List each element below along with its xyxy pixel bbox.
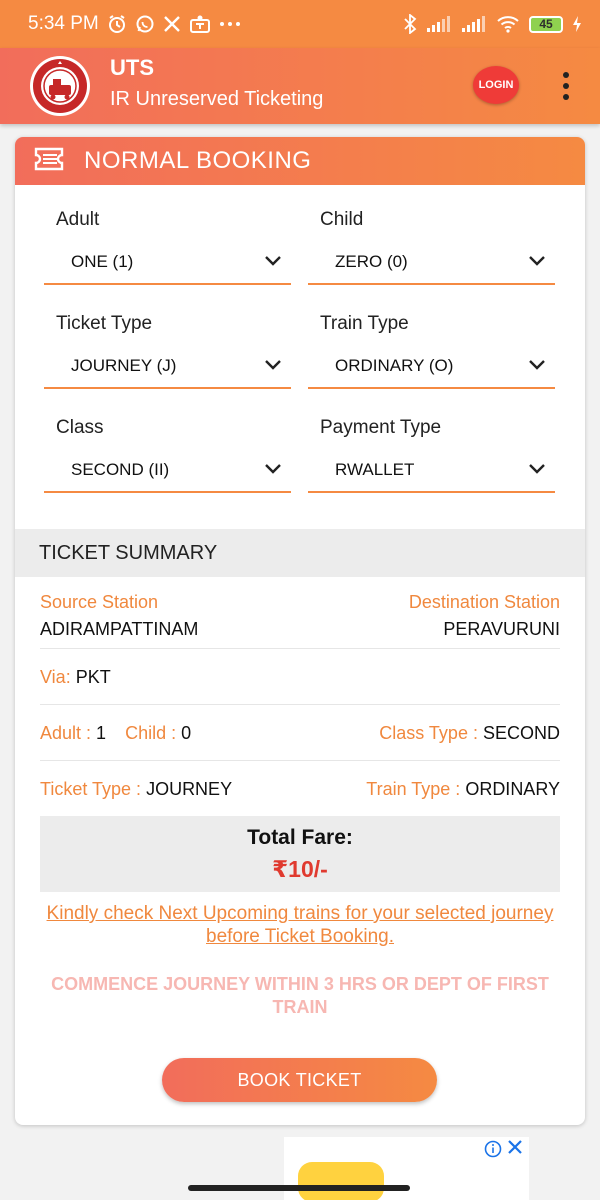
adult-select[interactable]: ONE (1): [44, 241, 291, 285]
book-ticket-button[interactable]: BOOK TICKET: [162, 1058, 437, 1102]
upcoming-trains-link[interactable]: Kindly check Next Upcoming trains for yo…: [40, 902, 560, 948]
train-type-summary-label: Train Type :: [366, 779, 461, 799]
type-row: Ticket Type : JOURNEY Train Type : ORDIN…: [40, 779, 560, 800]
booking-card: NORMAL BOOKING Adult ONE (1) Child ZERO …: [15, 137, 585, 1125]
total-fare-value: ₹10/-: [272, 856, 328, 882]
status-time: 5:34 PM: [28, 13, 99, 34]
app-subtitle: IR Unreserved Ticketing: [110, 88, 324, 110]
divider: [40, 760, 560, 761]
divider: [40, 704, 560, 705]
train-type-select[interactable]: ORDINARY (O): [308, 345, 555, 389]
payment-type-select[interactable]: RWALLET: [308, 449, 555, 493]
battery-icon: 45: [529, 15, 563, 33]
class-type-summary-label: Class Type :: [379, 723, 478, 743]
destination-station-value: PERAVURUNI: [443, 619, 560, 639]
app-title: UTS: [110, 55, 154, 80]
child-select[interactable]: ZERO (0): [308, 241, 555, 285]
child-label: Child: [320, 209, 364, 230]
child-summary-value: 0: [181, 723, 192, 743]
ticket-type-select[interactable]: JOURNEY (J): [44, 345, 291, 389]
passengers-row: Adult : 1 Child : 0 Class Type : SECOND: [40, 723, 560, 744]
login-button[interactable]: LOGIN: [473, 66, 519, 104]
class-label: Class: [56, 417, 104, 438]
more-icon: [219, 21, 241, 27]
via-row: Via: PKT: [40, 667, 560, 688]
ticket-type-value: JOURNEY (J): [71, 356, 177, 375]
train-type-summary-value: ORDINARY: [465, 779, 560, 799]
adult-summary-value: 1: [96, 723, 107, 743]
chevron-down-icon: [265, 253, 281, 271]
ticket-type-summary-label: Ticket Type :: [40, 779, 142, 799]
overflow-menu-icon[interactable]: [558, 72, 574, 100]
train-type-label: Train Type: [320, 313, 409, 334]
ticket-type-summary-value: JOURNEY: [146, 779, 233, 799]
battery-level: 45: [539, 17, 553, 31]
signal-icon: [461, 16, 487, 32]
teams-icon: [189, 14, 211, 34]
destination-station-label: Destination Station: [408, 592, 560, 612]
adult-value: ONE (1): [71, 252, 134, 271]
train-type-value: ORDINARY (O): [335, 356, 454, 375]
ticket-icon: [32, 147, 66, 176]
child-summary-label: Child :: [125, 723, 177, 743]
ticket-summary-header: TICKET SUMMARY: [15, 529, 585, 577]
payment-type-value: RWALLET: [335, 460, 415, 479]
total-fare-label: Total Fare:: [247, 826, 353, 849]
chevron-down-icon: [265, 357, 281, 375]
bluetooth-icon: [403, 14, 417, 34]
adult-label: Adult: [56, 209, 100, 230]
station-labels-row: Source Station Destination Station: [40, 592, 560, 613]
via-label: Via:: [40, 667, 71, 687]
status-bar: 5:34 PM 45: [0, 0, 600, 48]
charging-icon: [572, 15, 582, 33]
chevron-down-icon: [529, 357, 545, 375]
chevron-down-icon: [265, 461, 281, 479]
divider: [40, 648, 560, 649]
total-fare-box: Total Fare: ₹10/-: [40, 816, 560, 892]
class-type-summary-value: SECOND: [482, 723, 560, 743]
app-bar: UTS IR Unreserved Ticketing LOGIN: [0, 48, 600, 124]
source-station-value: ADIRAMPATTINAM: [40, 619, 199, 639]
whatsapp-icon: [135, 14, 155, 34]
indian-railways-logo: [30, 56, 90, 116]
class-select[interactable]: SECOND (II): [44, 449, 291, 493]
commence-journey-notice: COMMENCE JOURNEY WITHIN 3 HRS OR DEPT OF…: [51, 974, 549, 1017]
chevron-down-icon: [529, 253, 545, 271]
normal-booking-header: NORMAL BOOKING: [15, 137, 585, 185]
chevron-down-icon: [529, 461, 545, 479]
close-icon[interactable]: [506, 1138, 524, 1160]
class-value: SECOND (II): [71, 460, 170, 479]
x-icon: [163, 15, 181, 33]
home-indicator[interactable]: [188, 1185, 410, 1191]
ticket-type-label: Ticket Type: [56, 313, 153, 334]
wifi-icon: [496, 15, 520, 33]
payment-type-label: Payment Type: [320, 417, 442, 438]
info-icon[interactable]: [484, 1140, 502, 1163]
alarm-icon: [107, 14, 127, 34]
ad-image[interactable]: [298, 1162, 384, 1200]
source-station-label: Source Station: [40, 592, 159, 612]
station-values-row: ADIRAMPATTINAM PERAVURUNI: [40, 619, 560, 640]
normal-booking-title: NORMAL BOOKING: [84, 147, 312, 174]
via-value: PKT: [75, 667, 111, 687]
child-value: ZERO (0): [335, 252, 408, 271]
ticket-summary-title: TICKET SUMMARY: [39, 541, 218, 564]
adult-summary-label: Adult :: [40, 723, 92, 743]
signal-icon: [426, 16, 452, 32]
